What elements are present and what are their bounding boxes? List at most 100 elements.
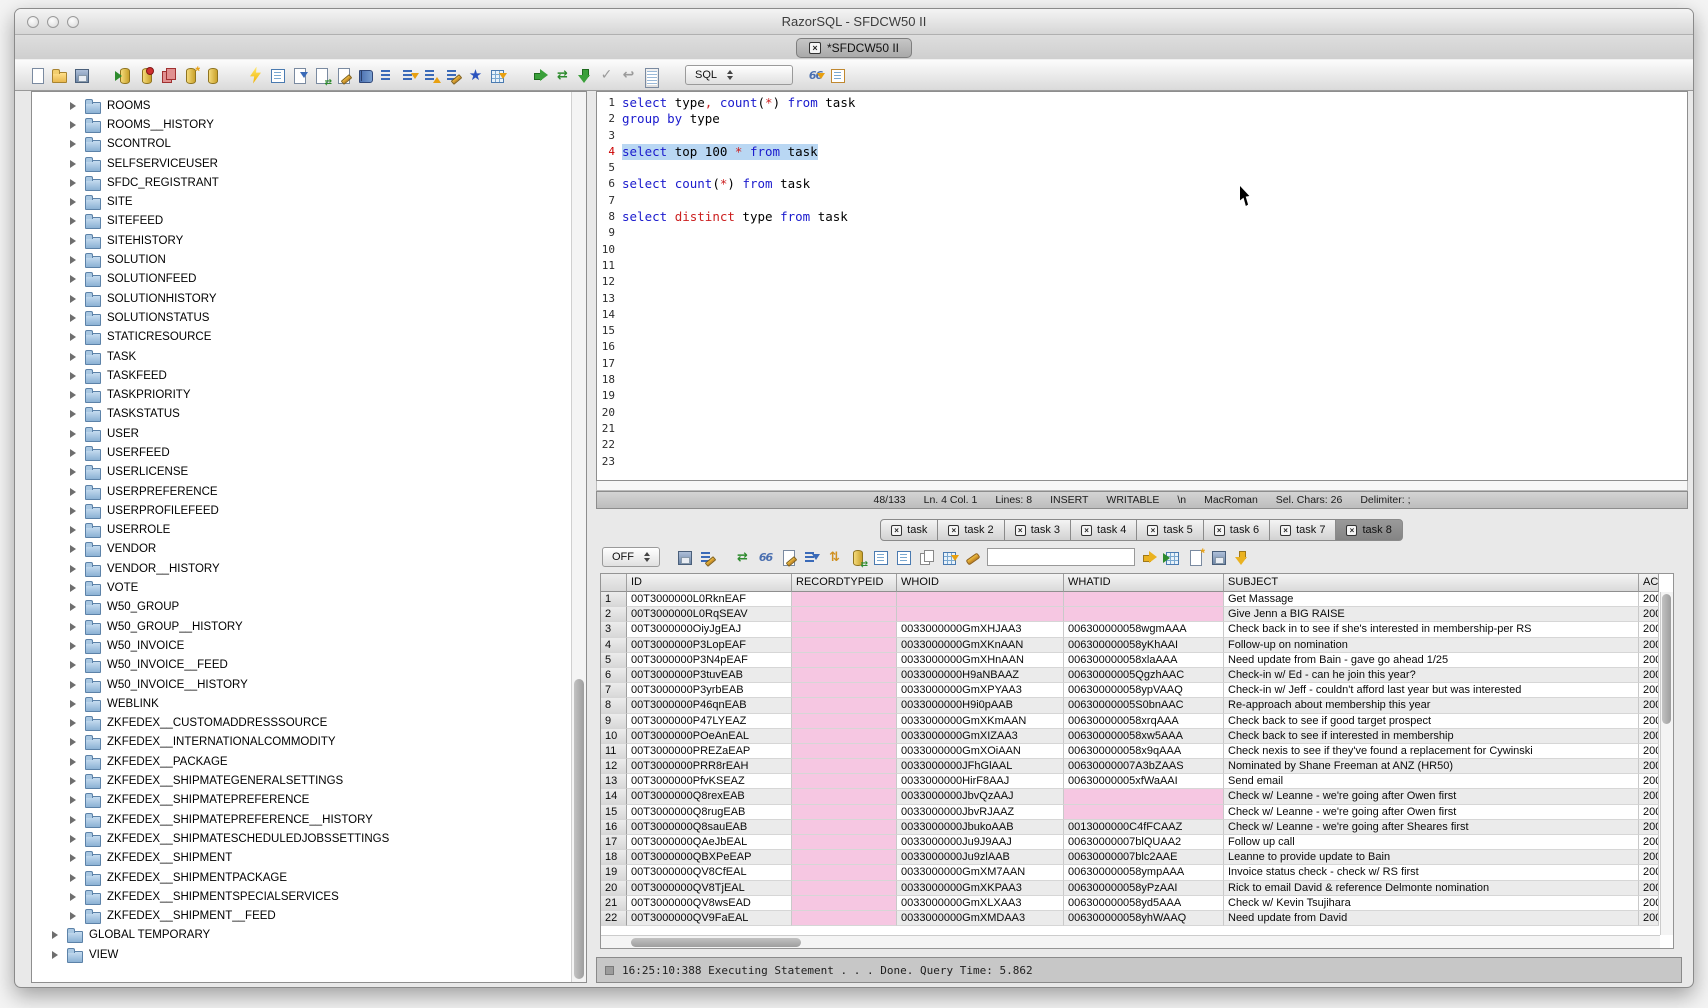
cell-whoid[interactable]: 0033000000JFhGlAAL (897, 759, 1064, 774)
cell-whoid[interactable]: 0033000000GmXOiAAN (897, 744, 1064, 759)
cell-whatid[interactable]: 00630000007blc2AAE (1064, 850, 1224, 865)
cell-id[interactable]: 00T3000000P3tuvEAB (627, 668, 792, 683)
expand-arrow-icon[interactable] (70, 410, 80, 418)
cell-subject[interactable]: Check w/ Leanne - we're going after Owen… (1224, 805, 1639, 820)
cell-activitydate[interactable]: 200 (1639, 698, 1659, 713)
cell-id[interactable]: 00T3000000Q8rugEAB (627, 805, 792, 820)
editor-line[interactable]: 21 (597, 421, 1687, 437)
cell-whatid[interactable]: 006300000058wgmAAA (1064, 622, 1224, 637)
cell-whatid[interactable]: 006300000058yKhAAI (1064, 638, 1224, 653)
tree-item-w50-invoice[interactable]: W50_INVOICE (32, 636, 571, 655)
cell-id[interactable]: 00T3000000P3LopEAF (627, 638, 792, 653)
duplicate-connection-icon[interactable] (160, 67, 177, 84)
close-tab-icon[interactable]: × (1015, 525, 1026, 536)
cell-whoid[interactable]: 0033000000GmXHnAAN (897, 653, 1064, 668)
table-row[interactable]: 900T3000000P47LYEAZ0033000000GmXKmAAN006… (601, 714, 1659, 729)
cell-subject[interactable]: Invoice status check - check w/ RS first (1224, 865, 1639, 880)
table-row[interactable]: 400T3000000P3LopEAF0033000000GmXKnAAN006… (601, 638, 1659, 653)
cell-whatid[interactable]: 006300000058ympAAA (1064, 865, 1224, 880)
editor-line[interactable]: 10 (597, 242, 1687, 258)
table-row[interactable]: 2000T3000000QV8TjEAL0033000000GmXKPAA300… (601, 881, 1659, 896)
tree-item-staticresource[interactable]: STATICRESOURCE (32, 328, 571, 347)
cell-whatid[interactable]: 00630000007blQUAA2 (1064, 835, 1224, 850)
view-log-icon[interactable] (642, 67, 659, 84)
cell-id[interactable]: 00T3000000OiyJgEAJ (627, 622, 792, 637)
cell-subject[interactable]: Follow up call (1224, 835, 1639, 850)
cell-whoid[interactable]: 0033000000GmXHJAA3 (897, 622, 1064, 637)
tree-item-weblink[interactable]: WEBLINK (32, 694, 571, 713)
tree-item-w50-group-history[interactable]: W50_GROUP__HISTORY (32, 617, 571, 636)
cell-activitydate[interactable]: 200 (1639, 850, 1659, 865)
cell-subject[interactable]: Check w/ Kevin Tsujihara (1224, 896, 1639, 911)
cell-subject[interactable]: Check-in w/ Ed - can he join this year? (1224, 668, 1639, 683)
column-header-rownum[interactable] (601, 574, 627, 592)
table-row[interactable]: 2200T3000000QV9FaEAL0033000000GmXMDAA300… (601, 911, 1659, 926)
cell-subject[interactable]: Check back to see if good target prospec… (1224, 714, 1639, 729)
cell-recordtypeid[interactable] (792, 668, 897, 683)
cell-activitydate[interactable]: 200 (1639, 820, 1659, 835)
expand-arrow-icon[interactable] (70, 661, 80, 669)
cell-subject[interactable]: Send email (1224, 774, 1639, 789)
new-database-icon[interactable] (182, 67, 199, 84)
tree-item-zkfedex-package[interactable]: ZKFEDEX__PACKAGE (32, 752, 571, 771)
column-header-subject[interactable]: SUBJECT (1224, 574, 1639, 592)
cell-subject[interactable]: Nominated by Shane Freeman at ANZ (HR50) (1224, 759, 1639, 774)
column-header-whatid[interactable]: WHATID (1064, 574, 1224, 592)
page-config-icon[interactable] (895, 549, 912, 566)
cell-whoid[interactable]: 0033000000GmXKPAA3 (897, 881, 1064, 896)
expand-arrow-icon[interactable] (52, 931, 62, 939)
export-table-icon[interactable] (489, 67, 506, 84)
cell-activitydate[interactable]: 200 (1639, 607, 1659, 622)
cell-subject[interactable]: Follow-up on nomination (1224, 638, 1639, 653)
cell-id[interactable]: 00T3000000L0RqSEAV (627, 607, 792, 622)
editor-hscrollbar[interactable] (596, 481, 1688, 491)
expand-arrow-icon[interactable] (70, 256, 80, 264)
tree-item-taskstatus[interactable]: TASKSTATUS (32, 405, 571, 424)
close-tab-icon[interactable]: × (1214, 525, 1225, 536)
cell-whoid[interactable]: 0033000000GmXPYAA3 (897, 683, 1064, 698)
editor-line[interactable]: 23 (597, 454, 1687, 470)
cell-whoid[interactable]: 0033000000JbukoAAB (897, 820, 1064, 835)
cell-whoid[interactable]: 0033000000H9aNBAAZ (897, 668, 1064, 683)
cell-recordtypeid[interactable] (792, 607, 897, 622)
table-row[interactable]: 1700T3000000QAeJbEAL0033000000Ju9J9AAJ00… (601, 835, 1659, 850)
toggle-quotes-icon[interactable]: 66 (757, 549, 774, 566)
cell-whatid[interactable]: 006300000058yd5AAA (1064, 896, 1224, 911)
editor-line[interactable]: 8select distinct type from task (597, 209, 1687, 225)
tree-item-userprofilefeed[interactable]: USERPROFILEFEED (32, 501, 571, 520)
cell-subject[interactable]: Get Massage (1224, 592, 1639, 607)
table-row[interactable]: 2100T3000000QV8wsEAD0033000000GmXLXAA300… (601, 896, 1659, 911)
cell-recordtypeid[interactable] (792, 911, 897, 926)
result-tab-task-7[interactable]: ×task 7 (1269, 519, 1336, 541)
copy-results-icon[interactable] (918, 549, 935, 566)
cell-whatid[interactable]: 00630000007A3bZAAS (1064, 759, 1224, 774)
sort-descending-icon[interactable] (401, 67, 418, 84)
expand-arrow-icon[interactable] (70, 854, 80, 862)
tree-item-taskfeed[interactable]: TASKFEED (32, 366, 571, 385)
tree-item-user[interactable]: USER (32, 424, 571, 443)
add-rows-icon[interactable] (1164, 549, 1181, 566)
close-tab-icon[interactable]: × (891, 525, 902, 536)
cell-whoid[interactable]: 0033000000JbvRJAAZ (897, 805, 1064, 820)
expand-arrow-icon[interactable] (70, 314, 80, 322)
cell-whatid[interactable]: 00630000005S0bnAAC (1064, 698, 1224, 713)
results-search-input[interactable] (987, 548, 1135, 566)
cell-whoid[interactable]: 0033000000GmXMDAA3 (897, 911, 1064, 926)
cell-whatid[interactable] (1064, 805, 1224, 820)
cell-recordtypeid[interactable] (792, 622, 897, 637)
tree-item-zkfedex-shipmatepreference[interactable]: ZKFEDEX__SHIPMATEPREFERENCE (32, 791, 571, 810)
cell-activitydate[interactable]: 200 (1639, 729, 1659, 744)
tree-item-taskpriority[interactable]: TASKPRIORITY (32, 385, 571, 404)
tree-item-zkfedex-shipmentspecialservices[interactable]: ZKFEDEX__SHIPMENTSPECIALSERVICES (32, 887, 571, 906)
expand-arrow-icon[interactable] (70, 430, 80, 438)
tree-item-userpreference[interactable]: USERPREFERENCE (32, 482, 571, 501)
cell-id[interactable]: 00T3000000QV8CfEAL (627, 865, 792, 880)
cell-activitydate[interactable]: 200 (1639, 835, 1659, 850)
cell-recordtypeid[interactable] (792, 714, 897, 729)
sql-editor[interactable]: 1select type, count(*) from task2group b… (596, 91, 1688, 481)
tree-item-rooms-history[interactable]: ROOMS__HISTORY (32, 115, 571, 134)
go-forward-icon[interactable] (532, 67, 549, 84)
editor-line[interactable]: 7 (597, 193, 1687, 209)
expand-arrow-icon[interactable] (70, 333, 80, 341)
disconnect-database-icon[interactable] (138, 67, 155, 84)
